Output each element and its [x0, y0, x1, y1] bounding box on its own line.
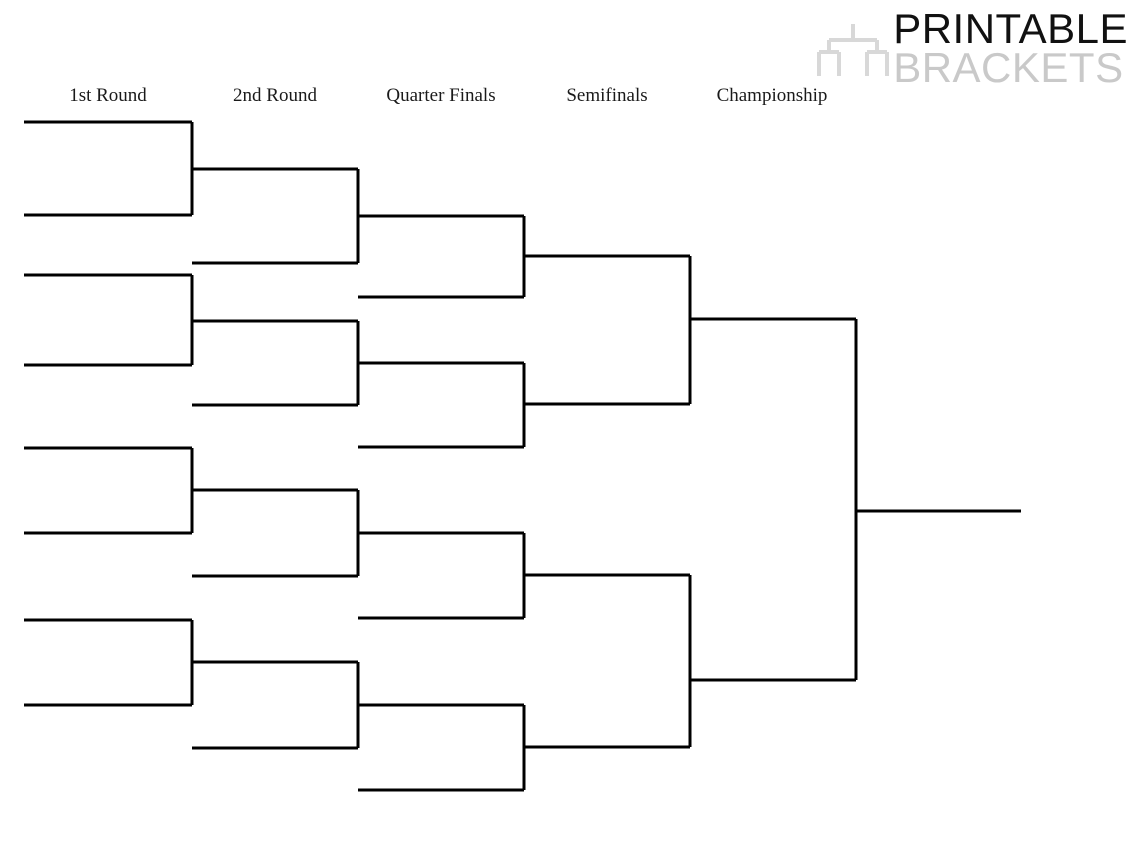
tournament-bracket — [24, 120, 1021, 792]
